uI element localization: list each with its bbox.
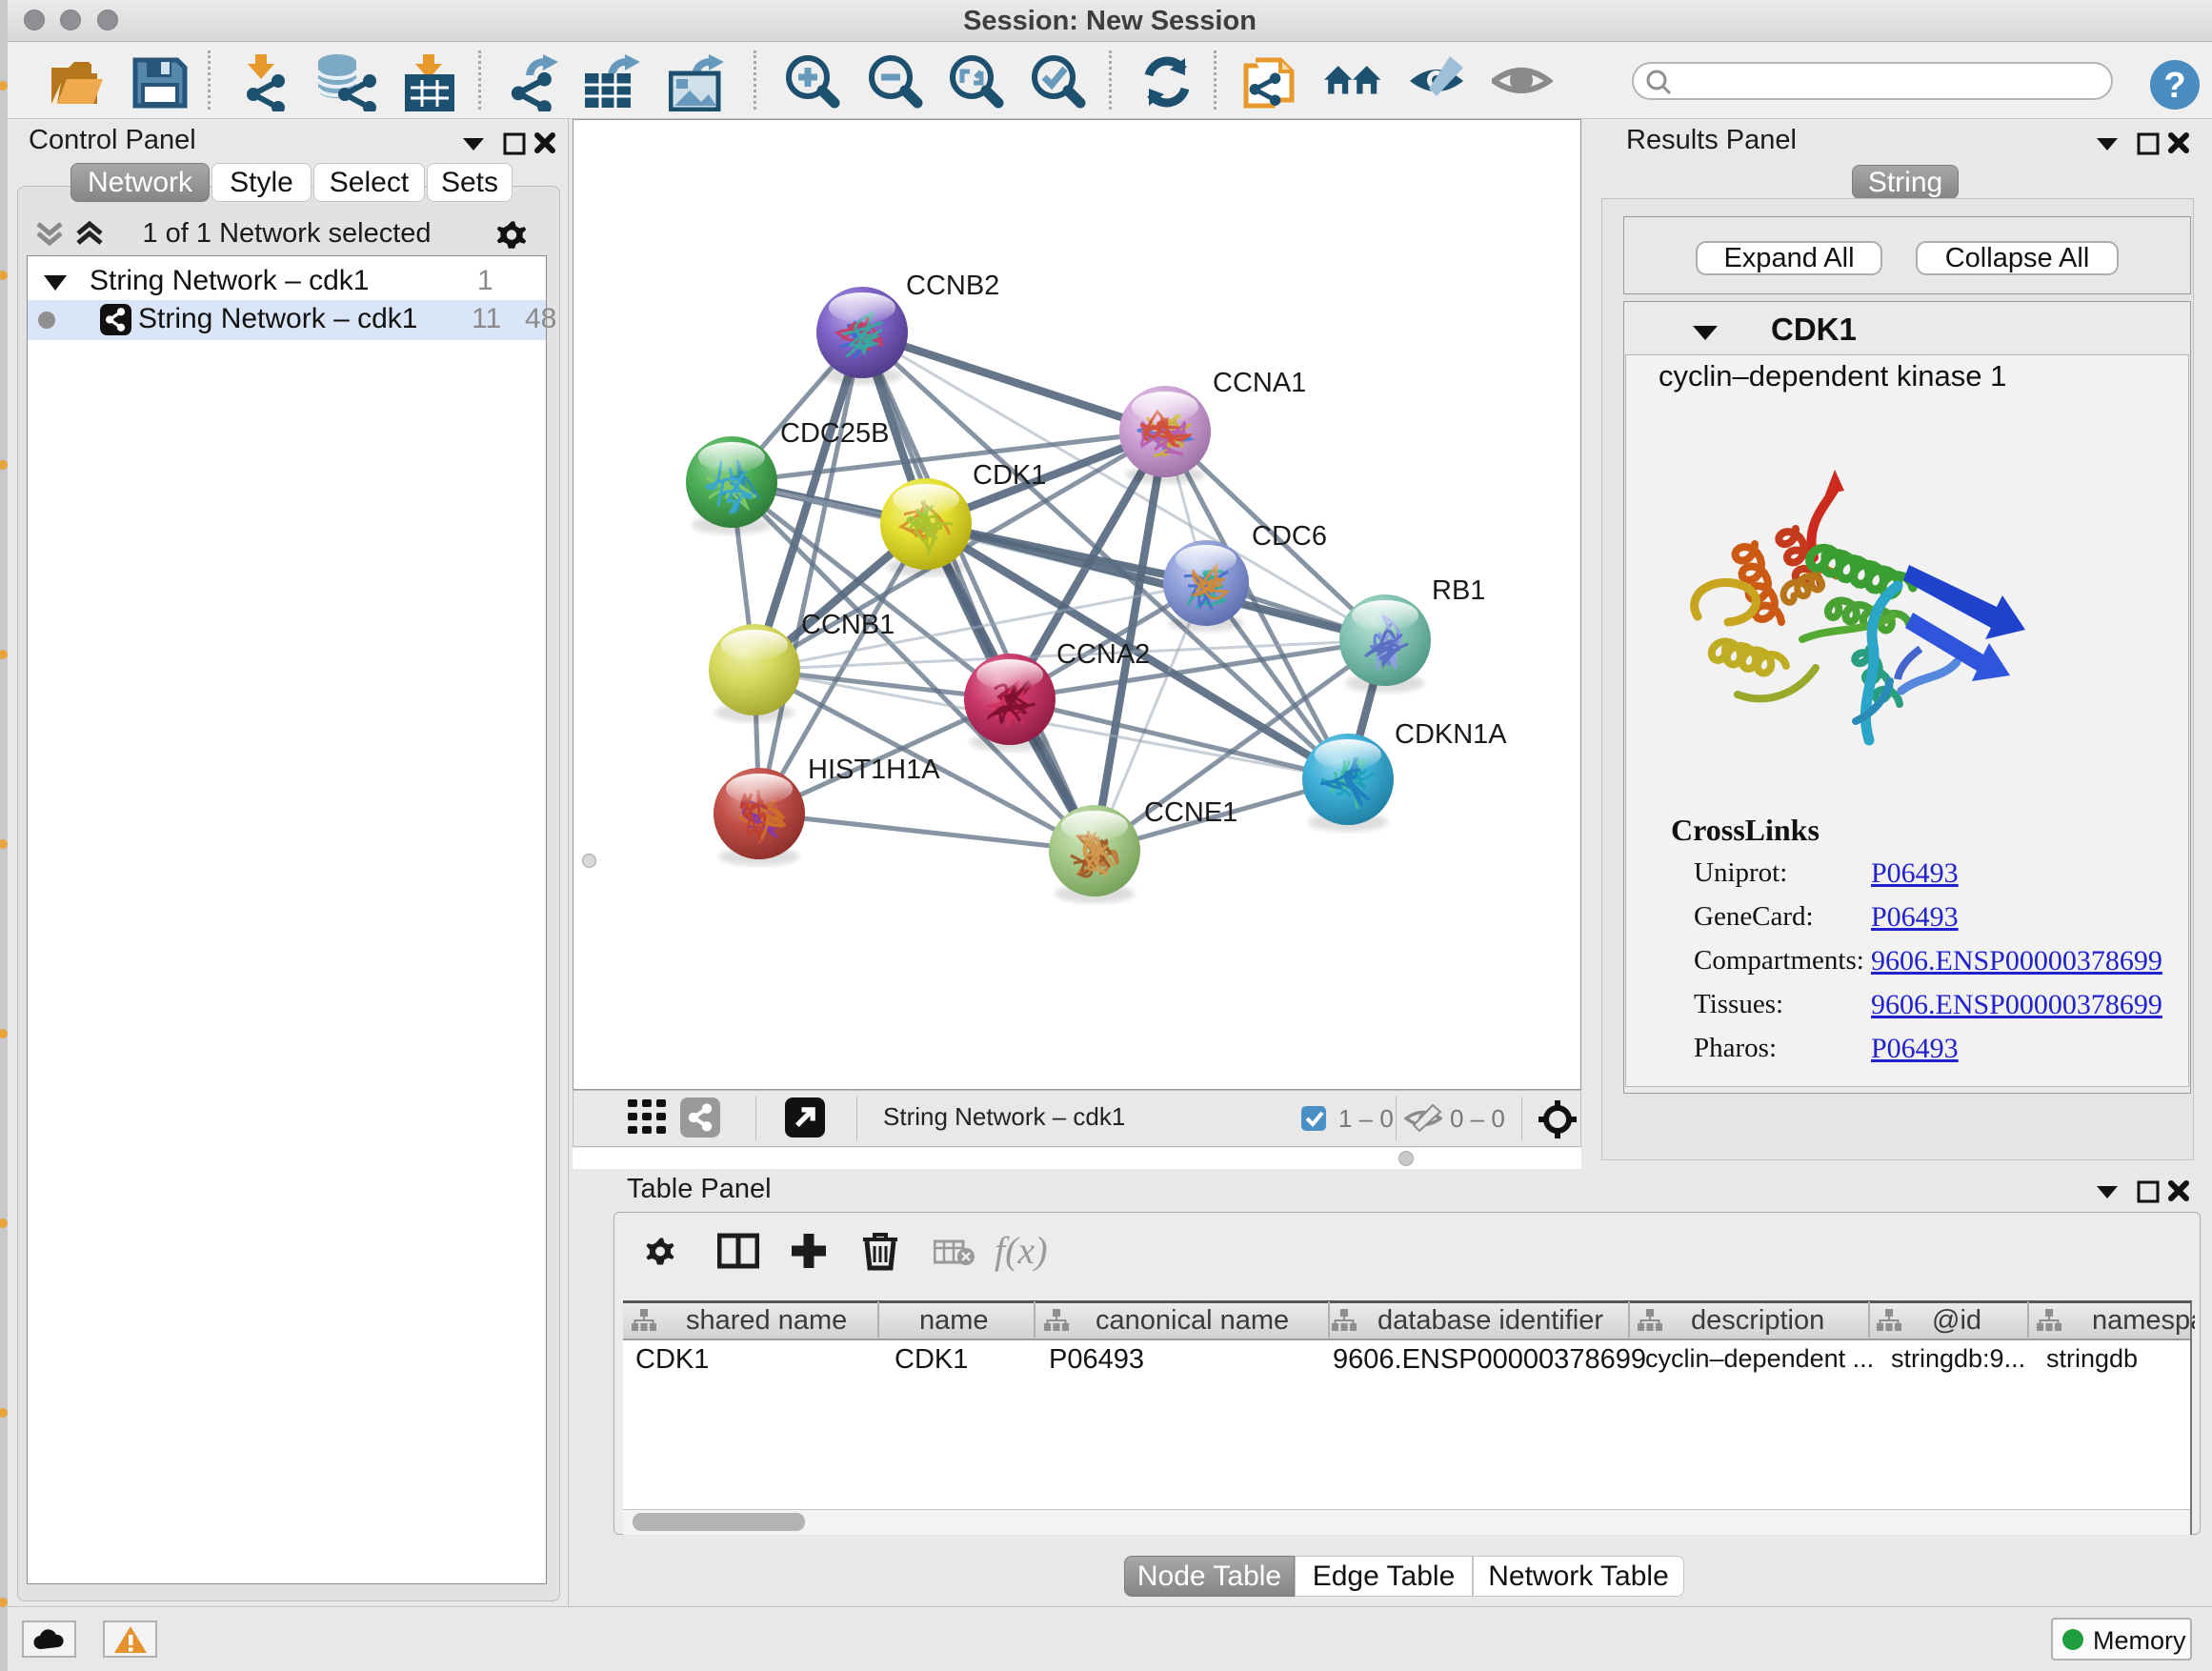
svg-text:HIST1H1A: HIST1H1A (808, 755, 940, 785)
svg-text:CCNB2: CCNB2 (906, 271, 999, 301)
svg-text:CDKN1A: CDKN1A (1395, 719, 1507, 750)
svg-text:CCNB1: CCNB1 (801, 610, 895, 640)
svg-text:CDC6: CDC6 (1252, 521, 1327, 552)
svg-text:CCNA1: CCNA1 (1213, 368, 1306, 398)
svg-text:CCNE1: CCNE1 (1144, 797, 1237, 828)
svg-text:CDK1: CDK1 (973, 460, 1046, 491)
svg-text:CCNA2: CCNA2 (1056, 639, 1150, 670)
svg-text:CDC25B: CDC25B (780, 418, 889, 449)
svg-text:RB1: RB1 (1432, 575, 1485, 606)
svg-text:?: ? (2163, 66, 2185, 106)
